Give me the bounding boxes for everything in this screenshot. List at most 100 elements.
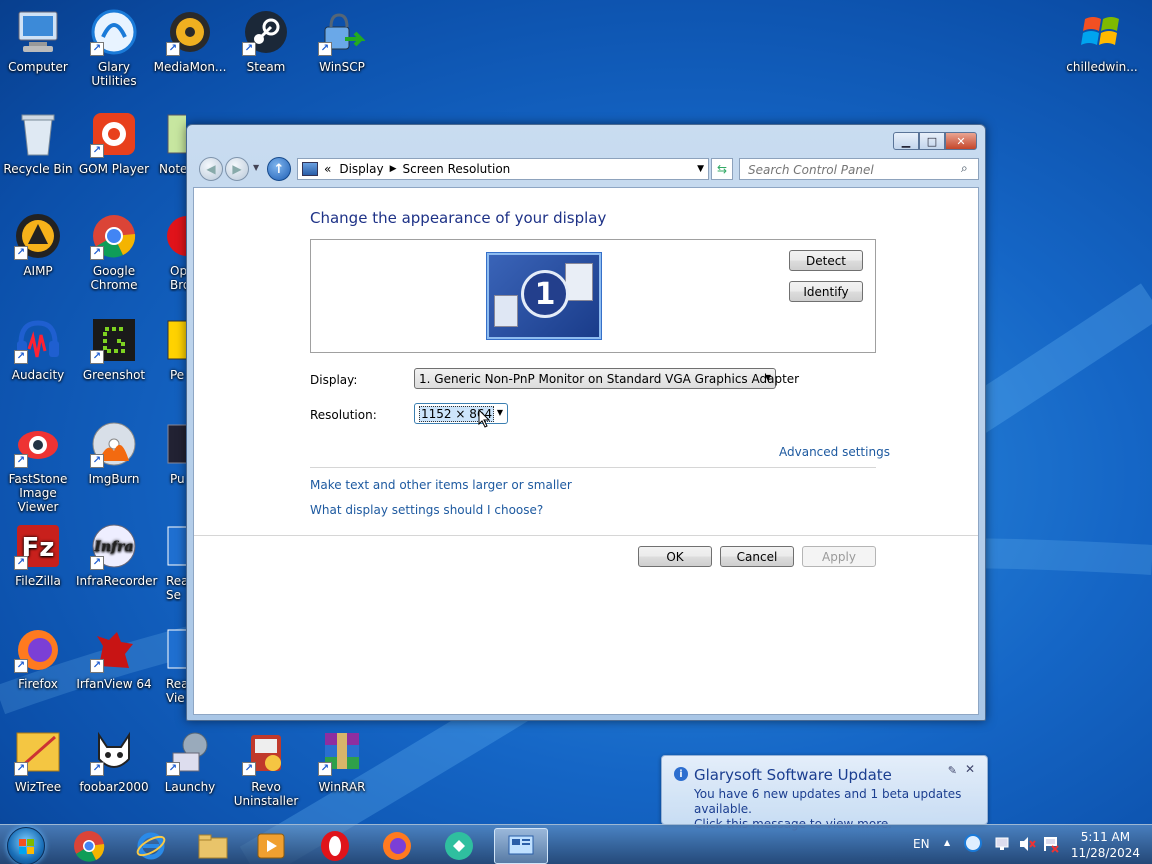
- taskbar-firefox[interactable]: [370, 828, 424, 864]
- irfanview-icon: ↗: [90, 625, 138, 673]
- desktop-icon-launchy[interactable]: ↗ Launchy: [152, 728, 228, 794]
- address-dropdown-icon[interactable]: ▼: [697, 164, 704, 174]
- taskbar-internet-explorer[interactable]: [124, 828, 178, 864]
- desktop-icon-infrarecorder[interactable]: Infra ↗ InfraRecorder: [76, 522, 157, 588]
- desktop-icon-filezilla[interactable]: Fz ↗ FileZilla: [0, 522, 76, 588]
- desktop-icon-wiztree[interactable]: ↗ WizTree: [0, 728, 76, 794]
- app-icon: [445, 832, 473, 860]
- desktop-icon-mediamonkey[interactable]: ↗ MediaMon...: [152, 8, 228, 74]
- desktop-icon-winscp[interactable]: ↗ WinSCP: [304, 8, 380, 74]
- address-overflow[interactable]: «: [324, 162, 331, 176]
- advanced-settings-link[interactable]: Advanced settings: [779, 445, 890, 459]
- desktop-icon-steam[interactable]: ↗ Steam: [228, 8, 304, 74]
- recycle-bin-icon: [14, 110, 62, 158]
- system-clock[interactable]: 5:11 AM 11/28/2024: [1071, 829, 1140, 861]
- desktop-icon-chilledwindows[interactable]: chilledwin...: [1064, 8, 1140, 74]
- desktop-icon-audacity[interactable]: ↗ Audacity: [0, 316, 76, 382]
- reader-view-icon: [164, 625, 186, 673]
- desktop-icon-pu[interactable]: Pu: [152, 420, 186, 486]
- desktop-icon-google-chrome[interactable]: ↗ Google Chrome: [76, 212, 152, 292]
- recent-pages-dropdown[interactable]: ▼: [253, 163, 259, 172]
- pin-icon[interactable]: ✎: [948, 764, 957, 777]
- desktop-icon-label: Steam: [246, 60, 286, 74]
- desktop-icon-winrar[interactable]: ↗ WinRAR: [304, 728, 380, 794]
- apply-button[interactable]: Apply: [802, 546, 876, 567]
- search-icon[interactable]: ⌕: [961, 161, 968, 176]
- search-input[interactable]: [739, 158, 979, 180]
- desktop-icon-computer[interactable]: Computer: [0, 8, 76, 74]
- taskbar-control-panel[interactable]: [494, 828, 548, 864]
- foobar2000-icon: ↗: [90, 728, 138, 776]
- desktop-icon-imgburn[interactable]: ↗ ImgBurn: [76, 420, 152, 486]
- info-icon: i: [674, 767, 688, 781]
- ok-button[interactable]: OK: [638, 546, 712, 567]
- desktop-icon-label: chilledwin...: [1066, 60, 1138, 74]
- desktop-icon-label: FastStone Image Viewer: [8, 472, 68, 514]
- desktop-icon-notepad[interactable]: Note: [152, 110, 186, 176]
- desktop-icon-foobar2000[interactable]: ↗ foobar2000: [76, 728, 152, 794]
- text-size-link[interactable]: Make text and other items larger or smal…: [310, 478, 572, 492]
- desktop-icon-rea-se[interactable]: Rea Se: [152, 522, 186, 602]
- desktop-icon-label: Pu: [170, 472, 185, 486]
- notepad-icon: [164, 110, 186, 158]
- forward-button[interactable]: ▶: [225, 157, 249, 181]
- resolution-select[interactable]: 1152 × 864 ▼: [414, 403, 508, 424]
- desktop-icon-aimp[interactable]: ↗ AIMP: [0, 212, 76, 278]
- back-arrow-icon: ◀: [206, 162, 216, 176]
- address-bar[interactable]: « Display ▶ Screen Resolution ▼: [297, 158, 709, 180]
- breadcrumb-screen-resolution[interactable]: Screen Resolution: [403, 162, 511, 176]
- maximize-button[interactable]: □: [919, 132, 945, 150]
- taskbar-media-player[interactable]: [244, 828, 298, 864]
- display-settings-help-link[interactable]: What display settings should I choose?: [310, 503, 543, 517]
- identify-button[interactable]: Identify: [789, 281, 863, 302]
- up-level-button[interactable]: ↑: [267, 157, 291, 181]
- close-button[interactable]: ✕: [945, 132, 977, 150]
- desktop-icon-gom-player[interactable]: ↗ GOM Player: [76, 110, 152, 176]
- cancel-button[interactable]: Cancel: [720, 546, 794, 567]
- desktop-icon-opera-browser[interactable]: Op Bro: [152, 212, 186, 292]
- desktop-icon-pe[interactable]: Pe: [152, 316, 186, 382]
- breadcrumb-display[interactable]: Display: [339, 162, 383, 176]
- desktop-icon-faststone[interactable]: ↗ FastStone Image Viewer: [0, 420, 76, 514]
- taskbar-opera[interactable]: [308, 828, 362, 864]
- taskbar-app[interactable]: [432, 828, 486, 864]
- language-indicator[interactable]: EN: [913, 837, 930, 851]
- taskbar-chrome[interactable]: [62, 828, 116, 864]
- desktop-icon-revo-uninstaller[interactable]: ↗ Revo Uninstaller: [228, 728, 304, 808]
- taskbar-file-explorer[interactable]: [186, 828, 240, 864]
- detect-button[interactable]: Detect: [789, 250, 863, 271]
- desktop-icon-label: FileZilla: [15, 574, 61, 588]
- infrarecorder-icon: Infra ↗: [90, 522, 138, 570]
- thumbnail-window-right: [565, 263, 593, 301]
- action-center-tray-icon[interactable]: [1042, 835, 1060, 856]
- back-button[interactable]: ◀: [199, 157, 223, 181]
- minimize-button[interactable]: ▁: [893, 132, 919, 150]
- launchy-icon: ↗: [166, 728, 214, 776]
- network-icon: [995, 837, 1009, 850]
- desktop-icon-rea-vie[interactable]: Rea Vie: [152, 625, 186, 705]
- chrome-icon: [74, 831, 105, 862]
- desktop-icon-glary-utilities[interactable]: ↗ Glary Utilities: [76, 8, 152, 88]
- desktop-icon-recycle-bin[interactable]: Recycle Bin: [0, 110, 76, 176]
- breadcrumb-separator-icon[interactable]: ▶: [390, 164, 397, 174]
- desktop-icon-greenshot[interactable]: ↗ Greenshot: [76, 316, 152, 382]
- desktop-icon-irfanview[interactable]: ↗ IrfanView 64: [76, 625, 152, 691]
- action-center-flag-icon: [1044, 837, 1059, 853]
- forward-arrow-icon: ▶: [232, 162, 242, 176]
- resolution-label: Resolution:: [310, 408, 377, 422]
- refresh-button[interactable]: ⇆: [711, 158, 733, 180]
- desktop-icon-label: Rea Se: [166, 574, 186, 602]
- audacity-icon: ↗: [14, 316, 62, 364]
- network-tray-icon[interactable]: [994, 835, 1012, 856]
- display-select[interactable]: 1. Generic Non-PnP Monitor on Standard V…: [414, 368, 799, 389]
- update-notification[interactable]: i Glarysoft Software Update You have 6 n…: [661, 755, 988, 831]
- volume-tray-icon[interactable]: [1018, 835, 1036, 856]
- desktop-icon-label: Audacity: [11, 368, 65, 382]
- desktop-icon-firefox[interactable]: ↗ Firefox: [0, 625, 76, 691]
- show-hidden-icons-button[interactable]: ▲: [944, 838, 950, 847]
- close-notification-button[interactable]: ✕: [965, 762, 975, 776]
- start-button[interactable]: [7, 827, 45, 864]
- glary-tray-icon[interactable]: [963, 833, 983, 856]
- filezilla-icon: Fz ↗: [14, 522, 62, 570]
- monitor-1-thumbnail[interactable]: 1: [487, 253, 601, 339]
